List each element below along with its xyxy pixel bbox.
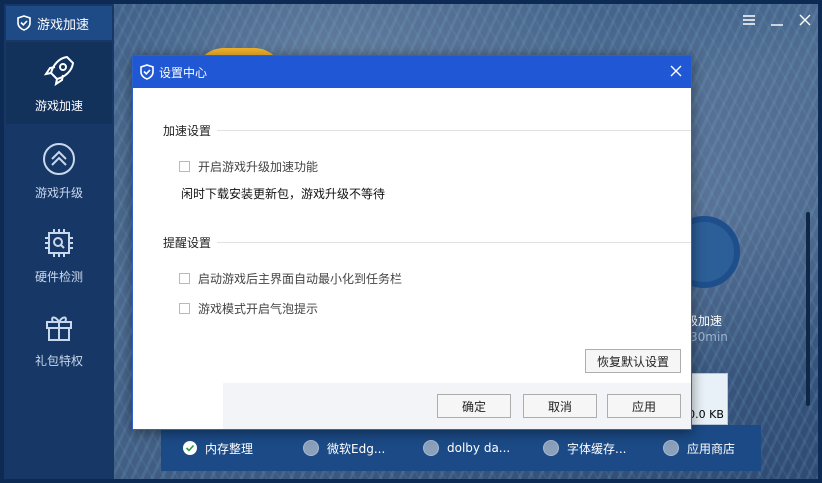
restore-defaults-button[interactable]: 恢复默认设置 xyxy=(585,349,681,373)
sidebar-item-label: 礼包特权 xyxy=(34,353,83,368)
section-title-reminder: 提醒设置 xyxy=(163,236,212,250)
sidebar-item-gift-privileges[interactable]: 礼包特权 xyxy=(6,298,112,380)
clean-item-label: dolby da... xyxy=(447,441,511,455)
clean-item-dolby[interactable]: dolby da... xyxy=(401,440,521,456)
option-label: 启动游戏后主界面自动最小化到任务栏 xyxy=(198,272,403,286)
option-enable-upgrade-boost[interactable]: 开启游戏升级加速功能 xyxy=(179,158,318,175)
cancel-button[interactable]: 取消 xyxy=(523,394,597,418)
sidebar-item-hardware-check[interactable]: 硬件检测 xyxy=(6,214,112,296)
shield-logo-icon xyxy=(140,64,154,80)
dialog-body: 加速设置 开启游戏升级加速功能 闲时下载安装更新包，游戏升级不等待 提醒设置 启… xyxy=(133,88,691,429)
radio-circle-icon xyxy=(663,440,679,456)
radio-circle-icon xyxy=(543,440,559,456)
scrollbar[interactable] xyxy=(806,212,810,406)
checkbox[interactable] xyxy=(179,273,190,284)
clean-item-edge[interactable]: 微软Edg... xyxy=(281,440,401,457)
option-bubble-tips[interactable]: 游戏模式开启气泡提示 xyxy=(179,300,318,317)
chip-icon xyxy=(45,228,73,257)
clean-item-label: 字体缓存... xyxy=(567,441,627,456)
ok-button[interactable]: 确定 xyxy=(437,394,511,418)
dialog-title-bar[interactable]: 设置中心 xyxy=(133,56,691,88)
check-circle-icon xyxy=(183,441,197,455)
gift-icon xyxy=(46,316,72,341)
apply-button[interactable]: 应用 xyxy=(607,394,681,418)
window-controls xyxy=(742,12,812,26)
sidebar-item-label: 游戏升级 xyxy=(34,185,83,200)
section-title-boost: 加速设置 xyxy=(163,124,212,138)
dialog-title: 设置中心 xyxy=(159,65,208,80)
brand-header: 游戏加速 xyxy=(6,6,112,40)
traffic-value: 0.0 KB xyxy=(688,408,724,421)
quick-clean-bar: 内存整理 微软Edg... dolby da... 字体缓存... 应用商店 xyxy=(161,425,761,471)
brand-title: 游戏加速 xyxy=(37,17,90,33)
sidebar-item-game-boost[interactable]: 游戏加速 xyxy=(6,42,112,124)
dialog-close-icon[interactable] xyxy=(669,64,683,78)
radio-circle-icon xyxy=(303,440,319,456)
option-label: 开启游戏升级加速功能 xyxy=(198,160,319,174)
clean-item-label: 微软Edg... xyxy=(327,441,386,456)
option-note: 闲时下载安装更新包，游戏升级不等待 xyxy=(181,187,386,201)
checkbox[interactable] xyxy=(179,161,190,172)
shield-logo-icon xyxy=(17,15,31,31)
menu-icon[interactable] xyxy=(742,12,756,26)
minimize-icon[interactable] xyxy=(770,12,784,26)
sidebar-item-game-upgrade[interactable]: 游戏升级 xyxy=(6,130,112,212)
section-divider xyxy=(217,130,691,131)
double-chevron-up-icon xyxy=(43,142,75,175)
clean-item-label: 内存整理 xyxy=(205,441,254,456)
radio-circle-icon xyxy=(423,440,439,456)
clean-item-label: 应用商店 xyxy=(687,441,736,456)
sidebar-item-label: 游戏加速 xyxy=(34,98,83,113)
section-divider xyxy=(217,242,691,243)
option-auto-minimize[interactable]: 启动游戏后主界面自动最小化到任务栏 xyxy=(179,270,402,287)
clean-item-font-cache[interactable]: 字体缓存... xyxy=(521,440,641,457)
clean-item-app-store[interactable]: 应用商店 xyxy=(641,440,761,457)
close-icon[interactable] xyxy=(798,12,812,26)
option-label: 游戏模式开启气泡提示 xyxy=(198,302,319,316)
boost-card-duration: 30min xyxy=(690,330,728,344)
rocket-icon xyxy=(43,55,75,86)
clean-item-memory[interactable]: 内存整理 xyxy=(161,440,281,457)
sidebar-item-label: 硬件检测 xyxy=(34,269,83,284)
settings-dialog: 设置中心 加速设置 开启游戏升级加速功能 闲时下载安装更新包，游戏升级不等待 提… xyxy=(132,55,692,430)
checkbox[interactable] xyxy=(179,303,190,314)
